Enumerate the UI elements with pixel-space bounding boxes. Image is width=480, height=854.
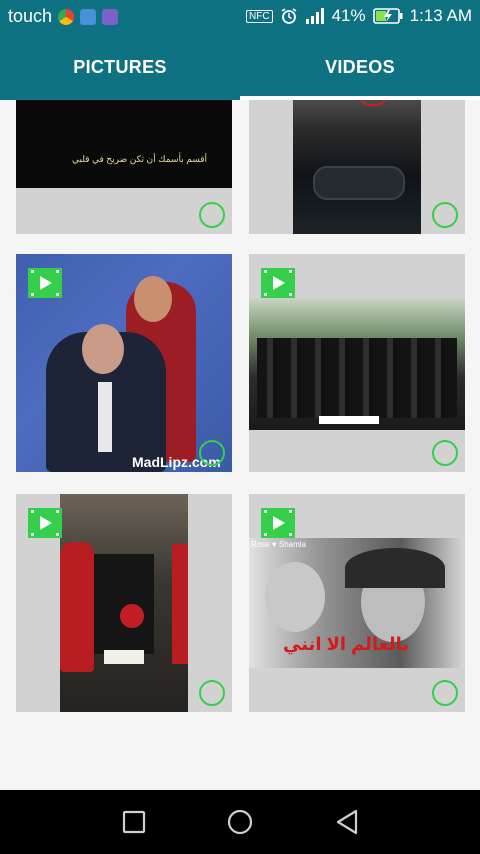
thumbnail-logo-bar <box>319 416 379 424</box>
nfc-icon: NFC <box>246 9 273 23</box>
video-thumbnail <box>60 494 188 712</box>
video-icon <box>28 268 62 298</box>
video-thumbnail <box>249 298 465 430</box>
video-card-3[interactable]: MadLipz.com <box>16 254 232 472</box>
video-card-1[interactable]: أقسم بأسمك أن تكن ضريح في قلبي <box>16 100 232 234</box>
person-face <box>134 276 172 322</box>
person-red-2 <box>120 604 144 628</box>
video-thumbnail <box>293 100 421 234</box>
white-plate <box>104 650 144 664</box>
video-icon <box>261 268 295 298</box>
tab-bar: PICTURES VIDEOS <box>0 34 480 100</box>
clock: 1:13 AM <box>409 6 472 25</box>
select-checkbox[interactable] <box>432 440 458 466</box>
red-circle-mark <box>357 100 389 106</box>
video-icon <box>261 508 295 538</box>
home-circle-icon[interactable] <box>226 808 254 836</box>
thumbnail-tag: Rose ♥ Shamla <box>251 540 306 549</box>
status-left: touch <box>8 6 119 27</box>
status-bar: touch NFC 41% 1:13 AM <box>0 0 480 34</box>
recents-square-icon[interactable] <box>120 808 148 836</box>
tab-pictures-label: PICTURES <box>73 56 167 77</box>
tab-videos-label: VIDEOS <box>325 56 395 77</box>
alarm-icon <box>281 8 297 24</box>
video-card-5[interactable] <box>16 494 232 712</box>
thumbnail-caption: أقسم بأسمك أن تكن ضريح في قلبي <box>72 154 208 164</box>
tab-pictures[interactable]: PICTURES <box>0 34 240 100</box>
video-card-6[interactable]: Rose ♥ Shamla بالعالم الا انني <box>249 494 465 712</box>
back-triangle-icon[interactable] <box>334 808 362 836</box>
person-red-3 <box>172 544 188 664</box>
video-card-4[interactable] <box>249 254 465 472</box>
gym-machine <box>94 554 154 654</box>
shirt-collar <box>98 382 112 452</box>
app-notification-icon <box>80 8 97 25</box>
video-grid[interactable]: أقسم بأسمك أن تكن ضريح في قلبي MadLipz.c… <box>0 100 480 790</box>
thumbnail-overlay-text: بالعالم الا انني <box>283 634 410 654</box>
select-checkbox[interactable] <box>199 202 225 228</box>
battery-percent: 41% <box>331 6 366 25</box>
person-face-left <box>265 562 325 632</box>
carrier-label: touch <box>8 6 53 26</box>
status-right: NFC 41% 1:13 AM <box>246 6 472 26</box>
person-red-1 <box>60 542 94 672</box>
select-checkbox[interactable] <box>432 680 458 706</box>
video-icon <box>28 508 62 538</box>
signal-icon <box>305 8 324 24</box>
select-checkbox[interactable] <box>432 202 458 228</box>
hair-dark <box>345 548 445 588</box>
chrome-icon <box>58 8 75 25</box>
navigation-bar <box>0 790 480 854</box>
crowd-figures <box>257 338 457 418</box>
video-card-2[interactable] <box>249 100 465 234</box>
video-thumbnail: Rose ♥ Shamla بالعالم الا انني <box>249 538 465 668</box>
battery-charging-icon <box>372 8 403 24</box>
video-thumbnail: أقسم بأسمك أن تكن ضريح في قلبي <box>16 100 232 188</box>
person-face-2 <box>82 324 124 374</box>
tab-videos[interactable]: VIDEOS <box>240 34 480 100</box>
select-checkbox[interactable] <box>199 680 225 706</box>
select-checkbox[interactable] <box>199 440 225 466</box>
gallery-notification-icon <box>102 8 119 25</box>
car-interior-detail <box>313 166 405 200</box>
